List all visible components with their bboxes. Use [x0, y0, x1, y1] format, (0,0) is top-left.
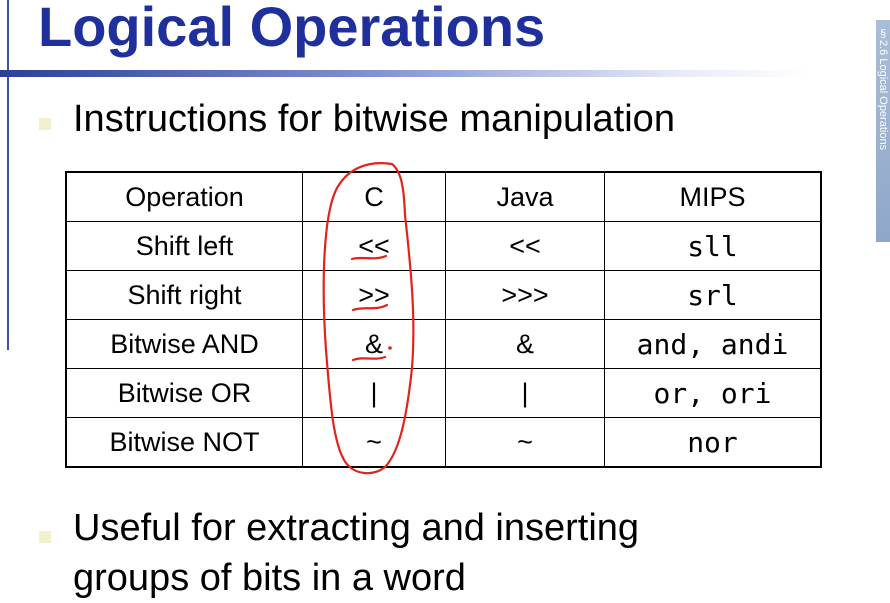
- header-c: C: [302, 171, 446, 222]
- bullet-square-icon: [39, 118, 51, 130]
- cell-mips: and, andi: [604, 319, 822, 369]
- section-tab: §2.6 Logical Operations: [876, 20, 890, 242]
- cell-operation: Bitwise OR: [65, 368, 303, 418]
- cell-operation: Shift left: [65, 221, 303, 271]
- operations-table: Operation C Java MIPS Shift left << << s…: [65, 171, 822, 468]
- cell-c: >>: [302, 270, 446, 320]
- table-row: Bitwise NOT ~ ~ nor: [65, 417, 822, 468]
- cell-operation: Bitwise NOT: [65, 417, 303, 468]
- title-underline: [0, 70, 810, 77]
- cell-java: ~: [445, 417, 605, 468]
- header-java: Java: [445, 171, 605, 222]
- cell-operation: Bitwise AND: [65, 319, 303, 369]
- table-row: Shift left << << sll: [65, 221, 822, 271]
- header-operation: Operation: [65, 171, 303, 222]
- header-mips: MIPS: [604, 171, 822, 222]
- cell-mips: nor: [604, 417, 822, 468]
- left-accent-rule: [7, 0, 9, 350]
- cell-java: &: [445, 319, 605, 369]
- bullet-2-line-1: Useful for extracting and inserting: [73, 507, 640, 549]
- bullet-square-icon: [39, 531, 51, 543]
- table-header-row: Operation C Java MIPS: [65, 171, 822, 222]
- bullet-2-line-2: groups of bits in a word: [73, 557, 466, 599]
- cell-c: ~: [302, 417, 446, 468]
- cell-c: <<: [302, 221, 446, 271]
- cell-c: |: [302, 368, 446, 418]
- cell-mips: or, ori: [604, 368, 822, 418]
- cell-c: &: [302, 319, 446, 369]
- cell-java: <<: [445, 221, 605, 271]
- cell-java: |: [445, 368, 605, 418]
- cell-java: >>>: [445, 270, 605, 320]
- cell-mips: sll: [604, 221, 822, 271]
- table-row: Shift right >> >>> srl: [65, 270, 822, 320]
- table-row: Bitwise OR | | or, ori: [65, 368, 822, 418]
- slide: Logical Operations §2.6 Logical Operatio…: [0, 0, 890, 603]
- cell-operation: Shift right: [65, 270, 303, 320]
- cell-mips: srl: [604, 270, 822, 320]
- slide-title: Logical Operations: [38, 0, 546, 58]
- table-row: Bitwise AND & & and, andi: [65, 319, 822, 369]
- bullet-1-text: Instructions for bitwise manipulation: [73, 98, 675, 140]
- section-tab-label: §2.6 Logical Operations: [877, 28, 889, 151]
